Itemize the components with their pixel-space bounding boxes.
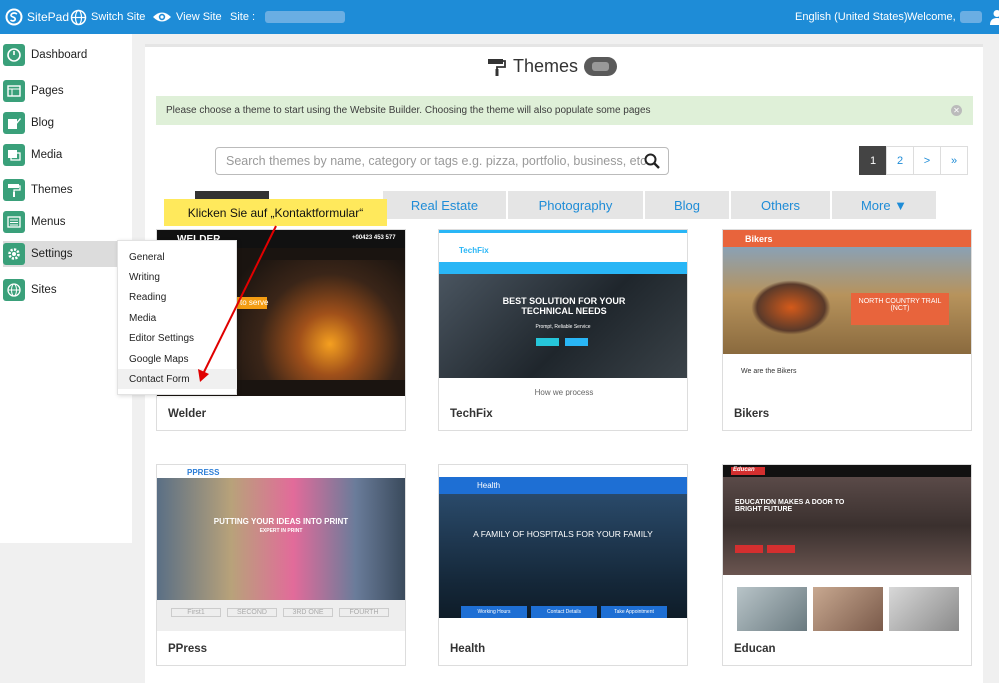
instruction-arrow [198,225,277,382]
